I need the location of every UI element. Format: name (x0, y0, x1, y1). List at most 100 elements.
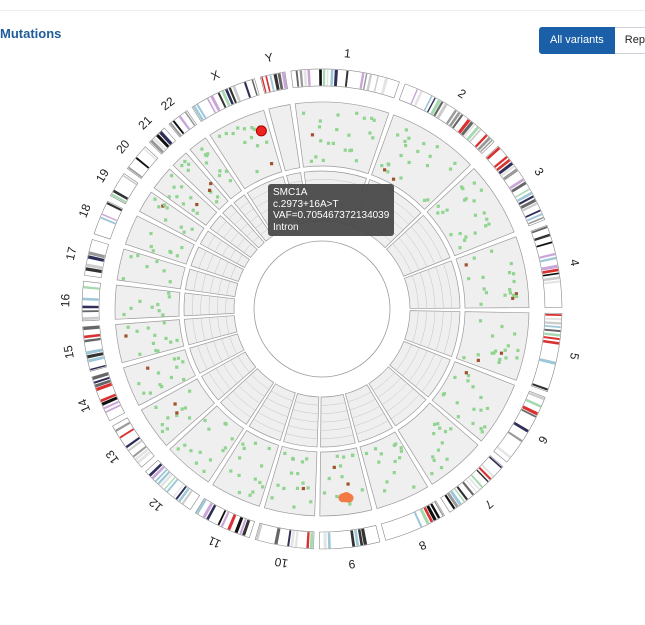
mutation-point (370, 116, 374, 120)
mutation-point (503, 293, 507, 297)
mutation-point (204, 161, 209, 165)
chromosome-label-12: 12 (146, 495, 165, 515)
mutation-point (354, 159, 359, 163)
mutation-point (250, 126, 254, 130)
mutation-point (511, 293, 516, 297)
mutation-point (431, 455, 435, 459)
chromosome-label-3: 3 (531, 165, 547, 178)
mutation-point (207, 188, 212, 192)
inner-circle (253, 240, 391, 378)
mutation-point (129, 255, 133, 259)
mutation-point (479, 427, 483, 431)
mutation-point (183, 159, 187, 164)
mutation-point (464, 197, 468, 201)
mutation-point (255, 169, 259, 174)
mutation-point (340, 475, 344, 479)
mutation-point (157, 205, 161, 209)
mutation-point (237, 490, 242, 495)
mutation-point (443, 429, 448, 434)
mutation-point (498, 357, 502, 362)
mutation-point (327, 476, 331, 481)
mutation-point (121, 277, 125, 281)
mutation-point (355, 111, 359, 115)
mutation-point (291, 456, 295, 461)
mutation-point (129, 306, 133, 310)
mutation-point (436, 422, 440, 426)
mutation-point (368, 131, 372, 135)
mutation-point (364, 451, 369, 456)
mutation-point (432, 458, 436, 462)
mutation-point (200, 147, 204, 151)
mutation-point (343, 148, 347, 152)
mutation-point (156, 371, 161, 375)
mutation-point (511, 272, 516, 276)
mutation-point (172, 185, 176, 189)
mutation-point (189, 449, 193, 453)
mutation-point (441, 393, 445, 397)
chromosome-label-4: 4 (567, 258, 582, 267)
chromosome-label-9: 9 (347, 557, 356, 572)
mutation-point (265, 140, 269, 144)
mutation-point (379, 452, 383, 456)
mutation-point (161, 313, 165, 317)
mutation-point (360, 488, 364, 492)
mutation-point (373, 447, 378, 451)
mutation-point (182, 230, 186, 234)
mutation-point (396, 133, 400, 137)
mutation-point (472, 407, 476, 411)
mutation-point (514, 292, 518, 296)
mutation-point (476, 358, 480, 362)
mutation-point (480, 430, 484, 434)
mutation-point (146, 366, 150, 370)
mutation-point (479, 188, 484, 192)
mutation-point (163, 203, 167, 207)
mutation-point (346, 482, 350, 486)
mutation-point (399, 176, 403, 180)
chromosome-label-16: 16 (58, 293, 72, 307)
mutation-point (436, 448, 441, 452)
mutation-point (462, 356, 466, 360)
mutation-point (176, 447, 180, 451)
mutation-point (490, 351, 494, 355)
mutation-point (436, 211, 440, 215)
mutation-point (342, 455, 346, 459)
mutation-point (172, 357, 177, 361)
mutation-point (393, 459, 397, 464)
mutation-point (326, 141, 331, 145)
mutation-point (165, 206, 169, 210)
mutation-point (175, 254, 180, 258)
mutation-point (153, 333, 157, 337)
mutation-point (267, 446, 271, 451)
mutation-point (490, 249, 494, 253)
ideogram-15 (82, 325, 108, 372)
mutation-point (215, 195, 220, 199)
ideogram-5 (530, 312, 563, 393)
mutation-point (301, 486, 305, 491)
mutation-point (497, 360, 501, 364)
mutation-point (399, 153, 403, 158)
mutation-point (179, 185, 184, 189)
mutation-point (482, 211, 486, 215)
mutation-point (309, 159, 313, 163)
chromosome-label-17: 17 (63, 245, 80, 261)
mutation-point (309, 500, 313, 504)
mutation-point (169, 375, 174, 380)
mutation-point (348, 149, 352, 153)
mutation-point (472, 181, 476, 185)
mutation-point (230, 437, 234, 441)
mutation-point (503, 348, 507, 352)
mutation-point (228, 179, 232, 183)
mutation-point (317, 125, 322, 129)
mutation-point (145, 265, 149, 269)
band (322, 69, 326, 86)
mutation-point (249, 135, 254, 140)
mutation-point (377, 460, 381, 464)
mutation-point (472, 256, 476, 260)
mutation-point (391, 177, 396, 181)
mutation-point (466, 379, 470, 383)
mutation-point (269, 162, 274, 166)
circos-plot: 12345678910111213141516171819202122XY (58, 46, 582, 572)
mutation-point (217, 134, 222, 138)
mutation-point (203, 153, 208, 157)
mutation-point (382, 489, 387, 493)
